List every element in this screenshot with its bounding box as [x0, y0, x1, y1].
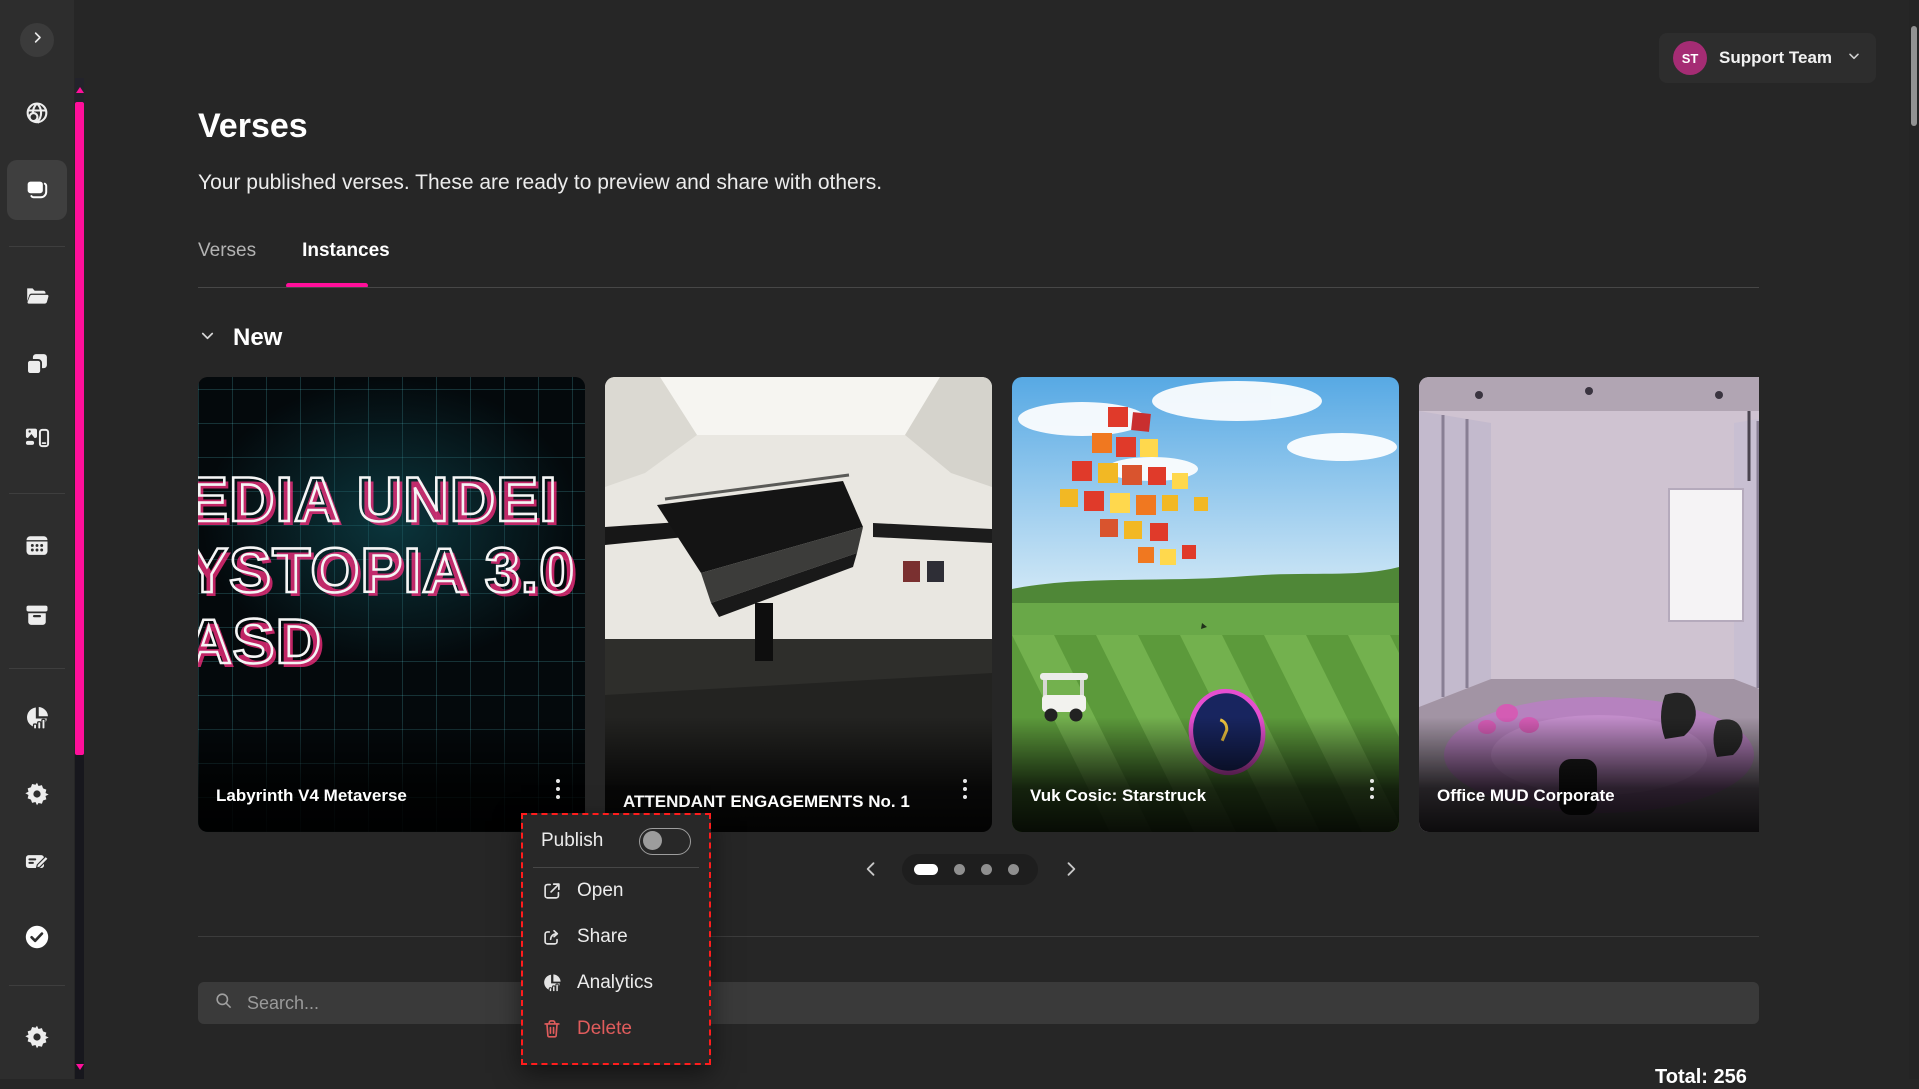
menu-item-analytics[interactable]: Analytics — [523, 960, 709, 1006]
check-circle-icon — [23, 923, 51, 956]
card-footer-overlay — [1419, 717, 1759, 832]
page-dot-1[interactable] — [914, 864, 938, 875]
tab-bar: Verses Instances — [198, 240, 390, 262]
sidebar-divider — [9, 668, 65, 669]
layers-icon — [23, 174, 51, 207]
card-more-button[interactable] — [952, 774, 978, 804]
carousel-page-dots — [902, 854, 1038, 885]
sidebar-divider — [9, 493, 65, 494]
sidebar-item-notes[interactable] — [0, 835, 74, 891]
sidebar-scrollbar[interactable] — [75, 78, 84, 1079]
user-name: Support Team — [1719, 48, 1832, 68]
sidebar-item-verses-selected[interactable] — [7, 160, 67, 220]
menu-label: Analytics — [577, 972, 653, 994]
instance-card[interactable]: EDIA UNDEI YSTOPIA 3.0 ASD Labyrinth V4 … — [198, 377, 585, 832]
copy-icon — [23, 350, 51, 383]
total-count: Total: 256 — [1655, 1066, 1747, 1089]
devices-icon — [23, 424, 51, 457]
sidebar-item-files[interactable] — [0, 270, 74, 326]
card-context-menu: Publish Open Share — [521, 813, 711, 1065]
tab-verses[interactable]: Verses — [198, 240, 256, 262]
menu-label: Open — [577, 880, 623, 902]
chevron-down-icon — [198, 326, 217, 350]
menu-item-open[interactable]: Open — [523, 868, 709, 914]
sidebar — [0, 0, 74, 1079]
avatar: ST — [1673, 41, 1707, 75]
carousel-next-button[interactable] — [1058, 852, 1084, 886]
publish-label: Publish — [541, 830, 603, 852]
gear-icon — [23, 1023, 51, 1056]
page-dot-2[interactable] — [954, 864, 965, 875]
instance-card[interactable]: Office MUD Corporate — [1419, 377, 1759, 832]
tab-instances[interactable]: Instances — [302, 240, 390, 262]
publish-toggle[interactable] — [639, 828, 691, 855]
sidebar-item-archive[interactable] — [0, 589, 74, 645]
menu-label: Delete — [577, 1018, 632, 1040]
card-footer-overlay — [1012, 717, 1399, 832]
card-more-button[interactable] — [1359, 774, 1385, 804]
chevron-down-icon — [1846, 48, 1862, 69]
search-bar — [198, 982, 1759, 1024]
user-menu-button[interactable]: ST Support Team — [1659, 33, 1876, 83]
scroll-up-arrow[interactable] — [75, 78, 84, 102]
menu-item-publish[interactable]: Publish — [523, 815, 709, 867]
window-scrollbar-track[interactable] — [1909, 0, 1919, 1079]
sidebar-item-approvals[interactable] — [0, 911, 74, 967]
menu-label: Share — [577, 926, 628, 948]
section-header-new[interactable]: New — [198, 324, 282, 352]
card-more-button[interactable] — [545, 774, 571, 804]
search-input[interactable] — [245, 992, 1743, 1015]
sidebar-item-devices[interactable] — [0, 412, 74, 468]
sidebar-divider — [9, 246, 65, 247]
analytics-pie-icon — [23, 704, 51, 737]
sidebar-item-explore[interactable] — [0, 88, 74, 144]
menu-item-share[interactable]: Share — [523, 914, 709, 960]
analytics-pie-icon — [541, 972, 563, 994]
tab-bar-border — [198, 287, 1759, 288]
page-dot-3[interactable] — [981, 864, 992, 875]
card-title: Labyrinth V4 Metaverse — [216, 785, 516, 808]
folder-icon — [23, 282, 51, 315]
sidebar-item-calendar[interactable] — [0, 519, 74, 575]
page-subtitle: Your published verses. These are ready t… — [198, 171, 882, 195]
open-external-icon — [541, 880, 563, 902]
sidebar-item-settings[interactable] — [0, 768, 74, 824]
section-divider — [198, 936, 1759, 937]
scrollbar-thumb[interactable] — [75, 102, 84, 755]
sidebar-item-analytics[interactable] — [0, 692, 74, 748]
instance-card[interactable]: ATTENDANT ENGAGEMENTS No. 1 — [605, 377, 992, 832]
gear-icon — [23, 780, 51, 813]
instances-carousel: EDIA UNDEI YSTOPIA 3.0 ASD Labyrinth V4 … — [198, 377, 1759, 833]
instance-card[interactable]: Vuk Cosic: Starstruck — [1012, 377, 1399, 832]
page-title: Verses — [198, 107, 308, 146]
menu-item-delete[interactable]: Delete — [523, 1006, 709, 1052]
carousel-prev-button[interactable] — [858, 852, 884, 886]
search-icon — [214, 991, 233, 1015]
card-art-text: EDIA UNDEI YSTOPIA 3.0 ASD — [198, 465, 575, 679]
sidebar-item-admin-settings[interactable] — [0, 1011, 74, 1067]
scroll-down-arrow[interactable] — [75, 1055, 84, 1079]
page-dot-4[interactable] — [1008, 864, 1019, 875]
window-scrollbar-thumb[interactable] — [1911, 26, 1917, 126]
sidebar-divider — [9, 985, 65, 986]
sidebar-item-copies[interactable] — [0, 338, 74, 394]
card-edit-icon — [23, 847, 51, 880]
card-title: ATTENDANT ENGAGEMENTS No. 1 — [623, 791, 923, 814]
globe-search-icon — [23, 100, 51, 133]
archive-box-icon — [23, 601, 51, 634]
trash-icon — [541, 1018, 563, 1040]
section-title: New — [233, 324, 282, 352]
card-title: Vuk Cosic: Starstruck — [1030, 785, 1330, 808]
sidebar-expand-button[interactable] — [20, 23, 54, 57]
share-icon — [541, 926, 563, 948]
card-title: Office MUD Corporate — [1437, 785, 1737, 808]
calendar-icon — [23, 531, 51, 564]
chevron-right-icon — [30, 30, 45, 50]
